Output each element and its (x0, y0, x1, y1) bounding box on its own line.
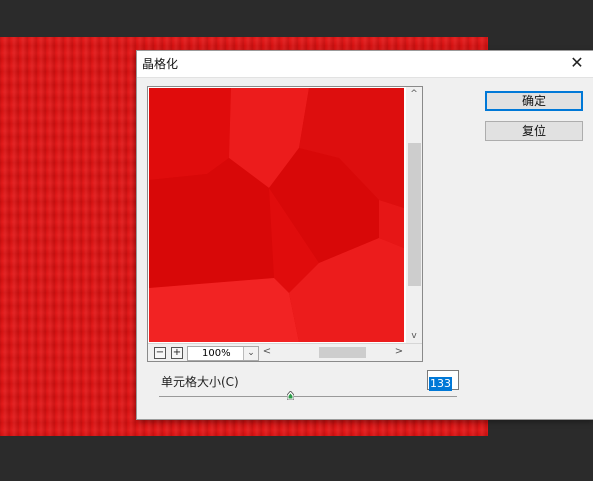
scroll-left-icon[interactable]: < (260, 344, 274, 360)
zoom-in-icon[interactable]: + (171, 347, 183, 359)
cell-size-slider-thumb[interactable] (287, 391, 295, 400)
chevron-down-icon[interactable]: ⌄ (243, 347, 258, 360)
cell-size-input[interactable]: 133 (427, 370, 459, 391)
cell-size-value: 133 (429, 377, 452, 391)
preview-zoom-bar: − + 100% ⌄ < > (148, 343, 422, 361)
crystallize-preview-image (149, 88, 404, 342)
preview-panel: ^ v − + 100% ⌄ < > (147, 86, 423, 362)
zoom-out-icon[interactable]: − (154, 347, 166, 359)
scroll-right-icon[interactable]: > (392, 344, 406, 360)
reset-button[interactable]: 复位 (485, 121, 583, 141)
cell-size-slider-track[interactable] (159, 396, 457, 397)
crystal-cell (149, 278, 299, 342)
scroll-up-icon[interactable]: ^ (406, 87, 422, 101)
dialog-titlebar[interactable]: 晶格化 ✕ (137, 51, 593, 78)
filter-preview[interactable] (149, 88, 404, 342)
zoom-select[interactable]: 100% ⌄ (187, 346, 259, 361)
scroll-down-icon[interactable]: v (406, 329, 422, 343)
cell-size-label: 单元格大小(C) (161, 375, 239, 389)
vertical-scroll-thumb[interactable] (408, 143, 421, 286)
horizontal-scroll-thumb[interactable] (319, 347, 366, 358)
ok-button[interactable]: 确定 (485, 91, 583, 111)
close-icon[interactable]: ✕ (567, 53, 587, 73)
crystallize-dialog: 晶格化 ✕ ^ v − + 100% ⌄ < > 确定 复位 单元格大小(C) … (137, 51, 593, 419)
dialog-title: 晶格化 (142, 57, 179, 71)
preview-vertical-scrollbar[interactable]: ^ v (406, 87, 422, 343)
zoom-value: 100% (202, 348, 231, 359)
